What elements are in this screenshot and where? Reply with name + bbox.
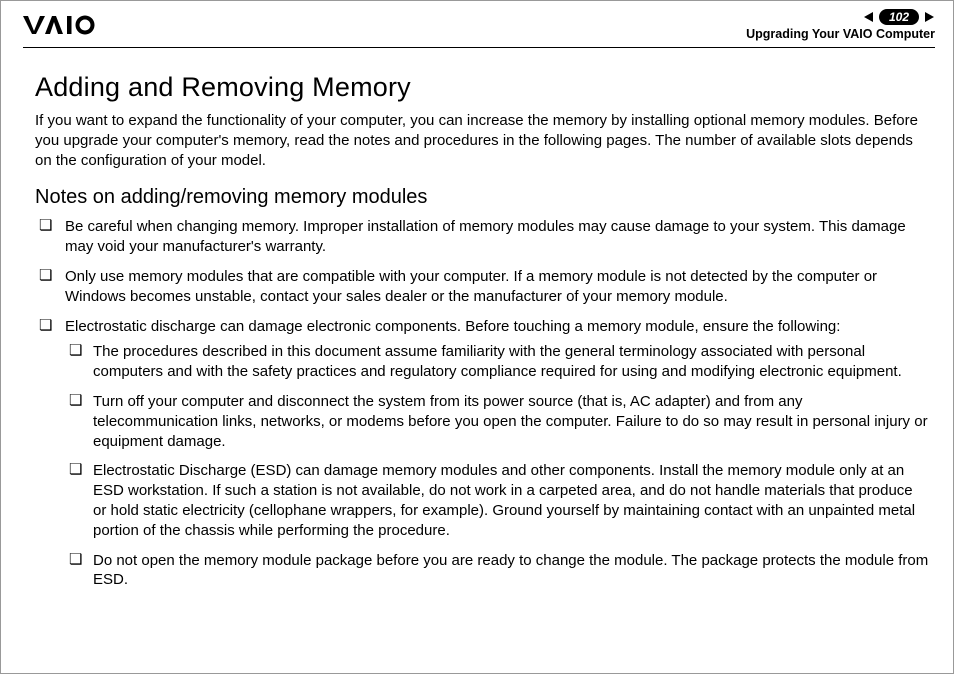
page-navigator: 102 bbox=[746, 9, 935, 25]
page-content: Adding and Removing Memory If you want t… bbox=[1, 48, 953, 590]
prev-page-arrow[interactable] bbox=[863, 11, 875, 23]
list-item: Electrostatic Discharge (ESD) can damage… bbox=[65, 461, 929, 540]
list-item: The procedures described in this documen… bbox=[65, 342, 929, 382]
notes-list: Be careful when changing memory. Imprope… bbox=[35, 217, 929, 590]
list-item: Turn off your computer and disconnect th… bbox=[65, 392, 929, 451]
intro-paragraph: If you want to expand the functionality … bbox=[35, 111, 929, 170]
page-title: Adding and Removing Memory bbox=[35, 72, 929, 103]
page-header: 102 Upgrading Your VAIO Computer bbox=[1, 1, 953, 47]
subsection-title: Notes on adding/removing memory modules bbox=[35, 186, 929, 209]
subnotes-list: The procedures described in this documen… bbox=[65, 342, 929, 590]
next-page-arrow[interactable] bbox=[923, 11, 935, 23]
header-right: 102 Upgrading Your VAIO Computer bbox=[746, 9, 935, 41]
page-number-badge: 102 bbox=[879, 9, 919, 25]
list-item: Only use memory modules that are compati… bbox=[35, 267, 929, 307]
list-item-text: Electrostatic discharge can damage elect… bbox=[65, 318, 840, 335]
list-item: Electrostatic discharge can damage elect… bbox=[35, 317, 929, 591]
list-item: Do not open the memory module package be… bbox=[65, 551, 929, 591]
list-item: Be careful when changing memory. Imprope… bbox=[35, 217, 929, 257]
vaio-logo bbox=[23, 15, 119, 35]
header-section-title: Upgrading Your VAIO Computer bbox=[746, 27, 935, 41]
